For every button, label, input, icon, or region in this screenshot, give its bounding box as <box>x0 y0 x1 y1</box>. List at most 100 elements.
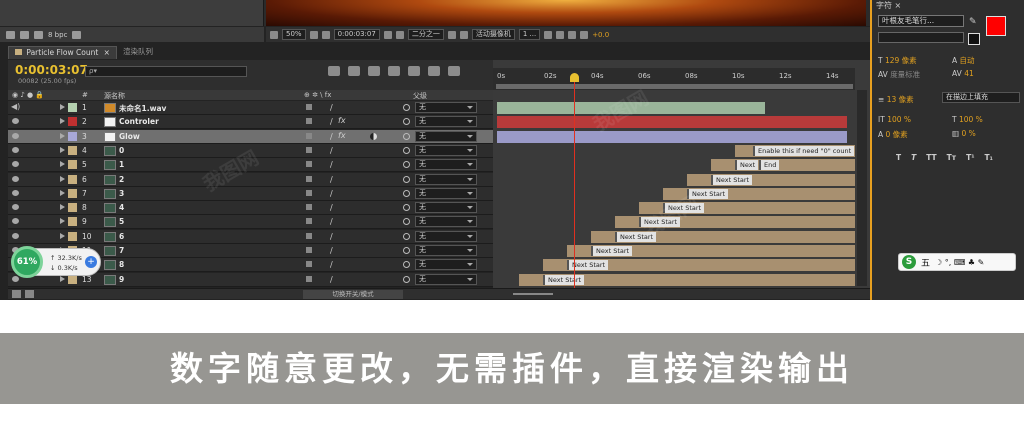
pick-whip-icon[interactable] <box>403 146 410 154</box>
stroke-width-value[interactable]: 13 像素 <box>887 95 914 104</box>
layer-name[interactable]: 2 <box>119 175 124 184</box>
pick-whip-icon[interactable] <box>403 204 410 212</box>
pick-whip-icon[interactable] <box>403 189 410 197</box>
layer-name[interactable]: Glow <box>119 132 140 141</box>
shy-switch[interactable] <box>306 261 312 268</box>
kerning-value[interactable]: 度量标准 <box>890 70 920 79</box>
fast-preview-icon[interactable] <box>556 30 565 39</box>
layer-marker[interactable]: Enable this if need "0" count <box>753 145 855 156</box>
twirl-arrow-icon[interactable] <box>60 189 65 196</box>
faux-italic-button[interactable]: T <box>911 153 916 162</box>
layer-switches-icon[interactable] <box>25 290 34 298</box>
tracking-row[interactable]: AV 41 <box>952 69 974 78</box>
pick-whip-icon[interactable] <box>403 132 410 140</box>
exposure-value[interactable]: +0.0 <box>592 31 609 39</box>
twirl-arrow-icon[interactable] <box>60 118 65 125</box>
work-area-bar[interactable] <box>496 84 853 89</box>
all-caps-button[interactable]: TT <box>926 153 936 162</box>
grid-icon[interactable] <box>270 30 278 39</box>
stroke-color-swatch[interactable] <box>968 33 980 45</box>
subscript-button[interactable]: T₁ <box>985 153 993 162</box>
stroke-type-dropdown[interactable]: 在描边上填充 <box>942 92 1020 103</box>
layer-name[interactable]: 3 <box>119 189 124 198</box>
viewer-timecode[interactable]: 0:00:03:07 <box>333 29 380 40</box>
safe-area-icon[interactable] <box>309 30 318 39</box>
eye-icon[interactable] <box>12 232 19 239</box>
pick-whip-icon[interactable] <box>403 104 410 111</box>
leading-row[interactable]: A 自动 <box>952 55 975 66</box>
eye-icon[interactable] <box>12 218 19 225</box>
current-time-display[interactable]: 0:00:03:07 <box>15 63 88 77</box>
folder-icon[interactable] <box>20 30 29 39</box>
eye-icon[interactable] <box>12 161 19 168</box>
pick-whip-icon[interactable] <box>403 118 410 126</box>
baseline-shift-row[interactable]: A 0 像素 <box>878 129 908 140</box>
layer-marker[interactable]: End <box>759 160 780 171</box>
label-color-swatch[interactable] <box>68 203 77 213</box>
font-size-row[interactable]: T 129 像素 <box>878 55 917 66</box>
timeline-icon[interactable] <box>568 30 577 39</box>
layer-marker[interactable]: Next Start <box>591 246 633 256</box>
quality-switch-icon[interactable]: ∕ <box>330 203 333 212</box>
pick-whip-icon[interactable] <box>403 247 410 254</box>
parent-dropdown[interactable]: 无 <box>415 216 477 228</box>
parent-dropdown[interactable]: 无 <box>415 130 477 142</box>
quality-switch-icon[interactable]: ∕ <box>330 175 333 184</box>
brainstorm-icon[interactable] <box>428 66 440 76</box>
layer-name[interactable]: 4 <box>119 203 124 212</box>
layer-name[interactable]: 6 <box>119 232 124 241</box>
layer-bar[interactable]: Next Start <box>567 245 855 257</box>
layer-name[interactable]: 8 <box>119 260 124 269</box>
label-color-swatch[interactable] <box>68 160 77 170</box>
layer-bar[interactable]: Next Start <box>687 173 855 186</box>
channel-icon[interactable] <box>395 30 404 39</box>
layer-marker[interactable]: Next Start <box>687 188 729 199</box>
eye-icon[interactable] <box>12 132 19 139</box>
quality-switch-icon[interactable]: ∕ <box>330 189 333 198</box>
toggle-switches-modes-button[interactable]: 切换开关/模式 <box>303 290 403 299</box>
layer-row[interactable]: 3 Glow ∕ fx 无 <box>8 129 493 144</box>
motion-blur-icon[interactable] <box>408 66 420 76</box>
font-family-dropdown[interactable]: 叶根友毛笔行... <box>878 15 964 27</box>
resolution-dropdown[interactable]: 二分之一 <box>407 29 444 40</box>
layer-marker[interactable]: Next Start <box>711 174 753 185</box>
parent-dropdown[interactable]: 无 <box>415 245 477 256</box>
ime-mode-label[interactable]: 五 <box>921 256 930 269</box>
mask-icon[interactable] <box>321 30 330 39</box>
twirl-arrow-icon[interactable] <box>60 146 65 153</box>
layer-row[interactable]: 4 0 ∕ 无 <box>8 143 493 158</box>
vertical-scale-row[interactable]: IT 100 % <box>878 115 911 124</box>
horizontal-scale-value[interactable]: 100 % <box>959 115 983 124</box>
layer-name[interactable]: 9 <box>119 275 124 284</box>
parent-dropdown[interactable]: 无 <box>415 187 477 199</box>
layer-bar[interactable]: Next Start <box>639 202 855 215</box>
camera-dropdown[interactable]: 活动摄像机 <box>471 29 515 40</box>
shy-switch[interactable] <box>306 161 312 168</box>
horizontal-scale-row[interactable]: T 100 % <box>952 115 983 124</box>
eye-icon[interactable] <box>12 175 19 182</box>
quality-switch-icon[interactable]: ∕ <box>330 246 333 255</box>
faux-bold-button[interactable]: T <box>896 153 901 162</box>
twirl-arrow-icon[interactable] <box>60 275 65 282</box>
views-dropdown[interactable]: 1 ... <box>518 29 541 40</box>
layer-row[interactable]: 7 3 ∕ 无 <box>8 186 493 201</box>
controler-layer-bar[interactable] <box>497 116 847 129</box>
layer-bar[interactable]: Next Start <box>543 259 855 272</box>
label-color-swatch[interactable] <box>68 231 77 241</box>
shy-switch[interactable] <box>306 204 312 211</box>
shy-switch[interactable] <box>306 132 312 139</box>
layer-row[interactable]: 6 2 ∕ 无 <box>8 172 493 187</box>
column-source-name[interactable]: 源名称 <box>104 91 125 101</box>
quality-switch-icon[interactable]: ∕ <box>330 117 333 126</box>
label-color-swatch[interactable] <box>68 174 77 184</box>
eye-icon[interactable] <box>12 275 19 282</box>
parent-dropdown[interactable]: 无 <box>415 259 477 271</box>
shy-layers-icon[interactable] <box>368 66 380 76</box>
composition-mini-flowchart-icon[interactable] <box>328 66 340 76</box>
parent-dropdown[interactable]: 无 <box>415 159 477 171</box>
glow-layer-bar[interactable] <box>497 130 847 143</box>
new-composition-icon[interactable] <box>34 30 43 39</box>
bit-depth-label[interactable]: 8 bpc <box>48 31 67 39</box>
shy-switch[interactable] <box>306 247 312 253</box>
shy-switch[interactable] <box>306 175 312 182</box>
